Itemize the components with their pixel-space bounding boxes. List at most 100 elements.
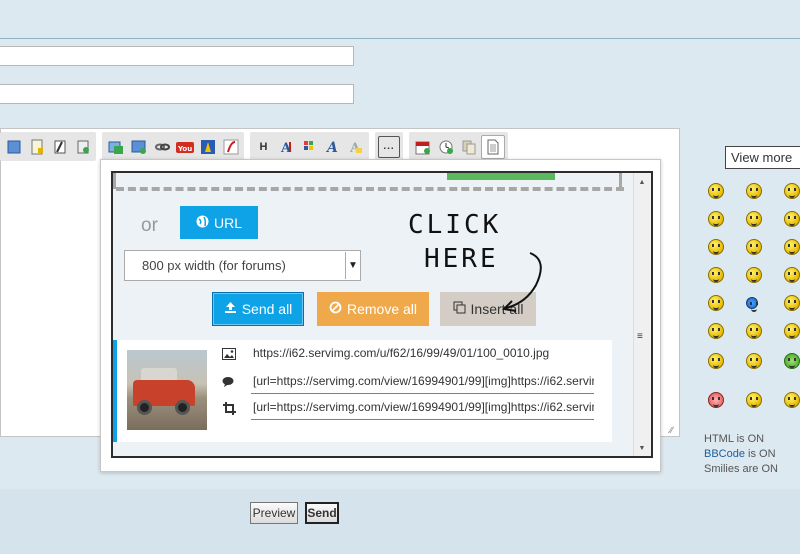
resize-handle-icon[interactable]: ∕∕ [670,425,673,435]
sad-smiley-icon[interactable] [708,239,724,255]
send-button[interactable]: Send [305,502,339,524]
direct-link-field[interactable]: https://i62.servimg.com/u/f62/16/99/49/0… [251,342,594,366]
scroll-down-icon[interactable]: ▼ [634,441,650,455]
insert-image-icon[interactable] [3,136,24,157]
table-icon[interactable] [105,136,126,157]
subject-field[interactable] [0,46,354,66]
smilies-status: Smilies are ON [704,463,778,475]
smiley-icon[interactable] [746,392,762,408]
bbcode-link-field[interactable]: [url=https://servimg.com/view/16994901/9… [251,370,594,394]
dailymotion-icon[interactable] [197,136,218,157]
scroll-up-icon[interactable]: ▲ [634,175,650,189]
direct-link-row: https://i62.servimg.com/u/f62/16/99/49/0… [221,346,549,361]
frog-smiley-icon[interactable] [784,353,800,369]
quote-icon[interactable] [49,136,70,157]
toolbar-group-2: You [102,132,244,161]
bbcode-link[interactable]: BBCode [704,448,745,460]
blink-smiley-icon[interactable] [746,323,762,339]
toolbar-group-1 [0,132,96,161]
resize-select-value: 800 px width (for forums) [142,258,286,273]
smiley-icon[interactable] [746,183,762,199]
link-icon[interactable] [151,136,172,157]
scrollbar[interactable]: ▲ ≡ ▼ [633,173,650,456]
toolbar-group-3: H A A A [250,132,369,161]
font-family-icon[interactable]: A [322,136,343,157]
image-icon [221,347,237,361]
alien-smiley-icon[interactable] [708,295,724,311]
highlight-icon[interactable]: A [345,136,366,157]
view-more-button[interactable]: View more [725,146,800,169]
description-field[interactable] [0,84,354,104]
bbcode-status: BBCode is ON [704,448,776,460]
send-all-button[interactable]: Send all [212,292,304,326]
star-icon[interactable] [746,297,758,312]
click-here-annotation: CLICK HERE [408,205,548,315]
upload-progress-bar [447,173,555,180]
question-smiley-icon[interactable] [746,267,762,283]
code-icon[interactable] [72,136,93,157]
image-thumbnail[interactable] [127,350,207,430]
devil-smiley-icon[interactable] [746,239,762,255]
annotation-line-2: HERE [424,244,499,274]
cool-smiley-icon[interactable] [708,211,724,227]
toolbar-group-4: ... [375,132,403,161]
crop-icon [221,401,237,415]
dropzone-edge-right [619,173,622,189]
smiley-icon[interactable] [784,211,800,227]
youtube-icon[interactable]: You [174,136,195,157]
upload-panel: or URL 800 px width (for forums) ▼ Send … [111,171,653,458]
ninja-smiley-icon[interactable] [784,295,800,311]
remove-all-label: Remove all [346,301,418,317]
globe-icon [196,215,209,231]
uploaded-item: https://i62.servimg.com/u/f62/16/99/49/0… [113,340,612,442]
font-icon[interactable]: A [276,136,297,157]
color-icon[interactable] [299,136,320,157]
scroll-grip-icon[interactable]: ≡ [637,331,643,342]
upload-popup: or URL 800 px width (for forums) ▼ Send … [100,159,661,472]
bbcode-status-text: is ON [744,448,776,460]
url-button-label: URL [213,214,242,231]
idea-smiley-icon[interactable] [784,267,800,283]
shock-smiley-icon[interactable] [708,353,724,369]
smiley-icon[interactable] [784,323,800,339]
more-icon[interactable]: ... [378,135,400,158]
svg-text:A: A [325,140,338,155]
smiley-icon[interactable] [784,183,800,199]
grin-smiley-icon[interactable] [746,211,762,227]
confused-smiley-icon[interactable] [746,353,762,369]
copy-icon[interactable] [458,136,479,157]
dropzone-border [116,187,624,191]
smiley-icon[interactable] [708,183,724,199]
html-status: HTML is ON [704,433,765,445]
comments-icon [221,375,237,389]
rolling-eyes-smiley-icon[interactable] [708,323,724,339]
preview-button[interactable]: Preview [250,502,298,524]
bbcode-link-row: [url=https://servimg.com/view/16994901/9… [221,374,594,394]
insert-media-icon[interactable] [26,136,47,157]
url-button[interactable]: URL [180,206,258,239]
form-footer [0,489,800,554]
send-all-label: Send all [241,301,293,317]
svg-text:You: You [177,145,192,153]
chevron-down-icon[interactable]: ▼ [345,252,360,279]
clock-icon[interactable] [435,136,456,157]
pig-smiley-icon[interactable] [708,392,724,408]
upload-icon[interactable] [128,136,149,157]
angry-smiley-icon[interactable] [784,239,800,255]
toolbar-group-5 [409,132,508,161]
document-icon[interactable] [481,134,505,159]
thumbnail-link-row: [url=https://servimg.com/view/16994901/9… [221,400,594,420]
thumbnail-link-field[interactable]: [url=https://servimg.com/view/16994901/9… [251,396,594,420]
exclaim-smiley-icon[interactable] [708,267,724,283]
flash-icon[interactable] [220,136,241,157]
resize-select[interactable]: 800 px width (for forums) ▼ [124,250,361,281]
smiley-icon[interactable] [784,392,800,408]
header-divider [0,38,800,39]
or-label: or [141,215,158,236]
editor-toolbar: You H A A A ... [0,132,508,161]
annotation-line-1: CLICK [408,210,501,240]
heading-icon[interactable]: H [253,136,274,157]
ban-icon [329,301,342,317]
date-icon[interactable] [412,136,433,157]
upload-icon [224,301,237,317]
